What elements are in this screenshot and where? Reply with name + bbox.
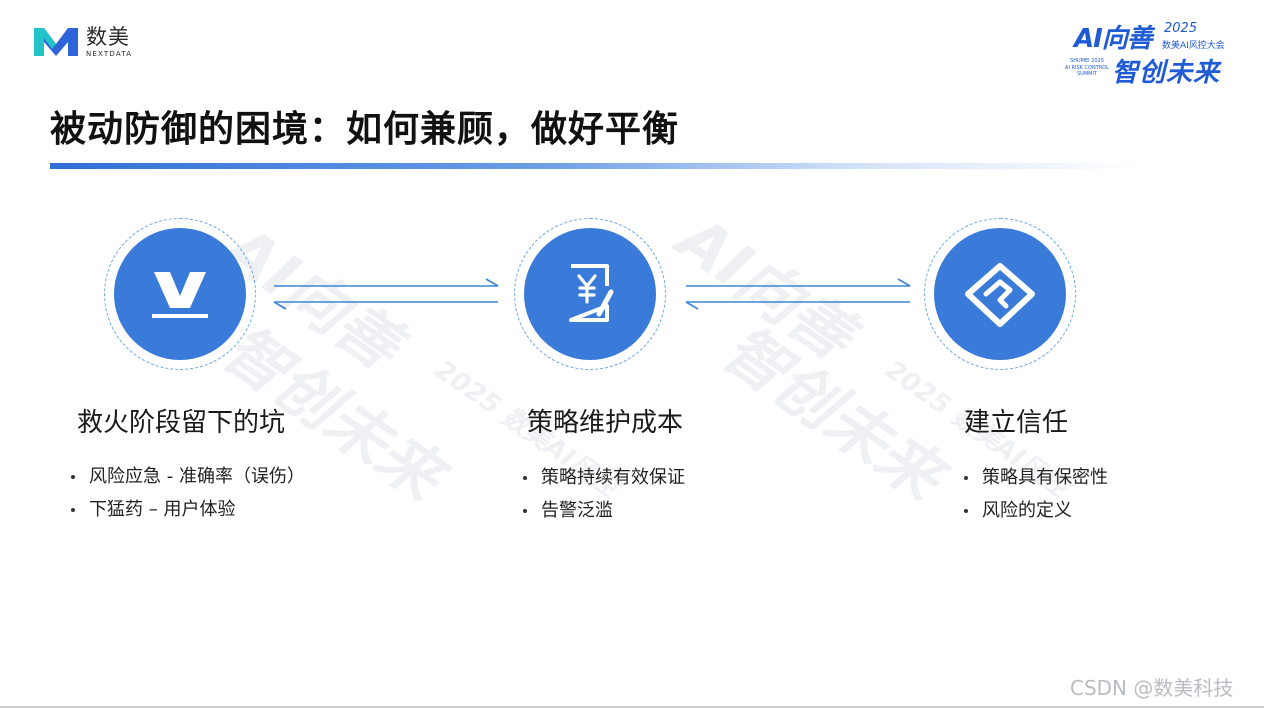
brand-logo: 数美 NEXTDATA bbox=[32, 22, 132, 62]
bullet-list-col-2: 策略持续有效保证 告警泛滥 bbox=[523, 461, 685, 527]
logo-text-cn: 数美 bbox=[86, 24, 130, 49]
list-item: 告警泛滥 bbox=[523, 494, 685, 527]
badge-ai-text: AI向善 bbox=[1074, 24, 1153, 54]
handshake-icon bbox=[965, 263, 1035, 327]
circle-col-2 bbox=[514, 218, 666, 370]
circle-col-3 bbox=[924, 218, 1076, 370]
nextdata-logo-icon bbox=[34, 28, 78, 56]
title-underline bbox=[50, 163, 1140, 169]
list-item: 风险应急 - 准确率（误伤） bbox=[71, 460, 305, 493]
event-badge: AI向善 2025 数美AI风控大会 SHUMEI 2025 AI RISK C… bbox=[1064, 18, 1244, 88]
heading-col-1: 救火阶段留下的坑 bbox=[77, 408, 286, 438]
badge-year: 2025 bbox=[1164, 21, 1198, 36]
heading-col-3: 建立信任 bbox=[964, 408, 1069, 438]
list-item: 下猛药 – 用户体验 bbox=[71, 493, 305, 526]
footer-credit: CSDN @数美科技 bbox=[1070, 676, 1234, 700]
logo-text-en: NEXTDATA bbox=[86, 49, 133, 58]
v-check-icon bbox=[152, 272, 208, 318]
badge-subtitle: 数美AI风控大会 bbox=[1162, 41, 1225, 51]
list-item: 策略具有保密性 bbox=[964, 461, 1108, 494]
circle-col-1 bbox=[104, 218, 256, 370]
badge-small-text: SHUMEI 2025 AI RISK CONTROL SUMMIT bbox=[1065, 58, 1109, 77]
badge-slogan: 智创未来 bbox=[1112, 58, 1221, 88]
heading-col-2: 策略维护成本 bbox=[527, 408, 684, 438]
list-item: 策略持续有效保证 bbox=[523, 461, 685, 494]
bullet-list-col-3: 策略具有保密性 风险的定义 bbox=[964, 461, 1108, 527]
double-arrow-2 bbox=[685, 278, 911, 310]
double-arrow-1 bbox=[273, 278, 499, 310]
list-item: 风险的定义 bbox=[964, 494, 1108, 527]
watermark-slogan-2: 智创未来 bbox=[710, 311, 956, 514]
page-title: 被动防御的困境：如何兼顾，做好平衡 bbox=[50, 109, 680, 150]
yuan-document-icon bbox=[569, 264, 614, 322]
bullet-list-col-1: 风险应急 - 准确率（误伤） 下猛药 – 用户体验 bbox=[71, 460, 305, 526]
